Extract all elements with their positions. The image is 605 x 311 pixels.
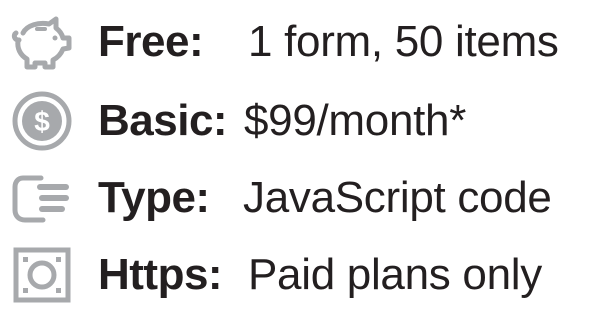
piggy-bank-icon (6, 11, 78, 73)
feature-list: Free: 1 form, 50 items $ Basic: $99/mont… (0, 0, 605, 311)
feature-value: $99/month* (244, 96, 467, 145)
feature-value: 1 form, 50 items (248, 17, 559, 66)
feature-value: Paid plans only (248, 250, 542, 299)
feature-label: Type: (98, 173, 210, 222)
feature-row-free: Free: 1 form, 50 items (0, 11, 605, 73)
feature-row-basic: $ Basic: $99/month* (0, 90, 605, 152)
feature-label: Basic: (98, 96, 228, 145)
feature-label: Https: (98, 250, 223, 299)
feature-row-https: Https: Paid plans only (0, 244, 605, 306)
hand-code-icon (6, 167, 78, 229)
feature-row-type: Type: JavaScript code (0, 167, 605, 229)
feature-label: Free: (98, 17, 204, 66)
dollar-coin-icon: $ (6, 90, 78, 152)
feature-value: JavaScript code (243, 173, 552, 222)
svg-text:$: $ (34, 106, 50, 137)
secure-box-icon (6, 244, 78, 306)
